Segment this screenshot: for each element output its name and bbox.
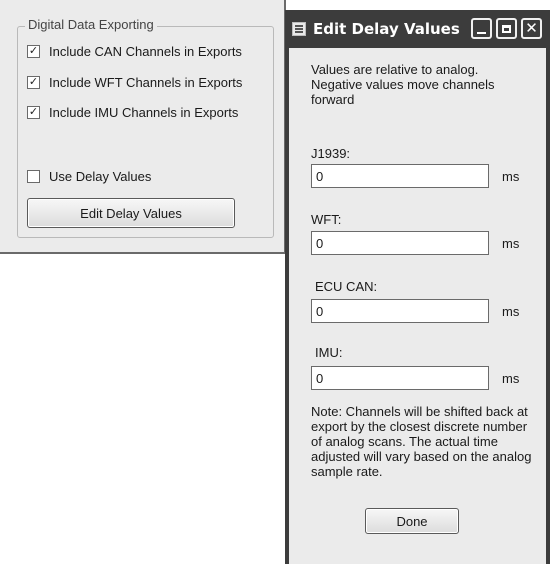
checkbox-box[interactable]: ✓ <box>27 105 40 119</box>
dialog-description: Values are relative to analog. Negative … <box>311 62 495 107</box>
include-can-checkbox[interactable]: ✓ Include CAN Channels in Exports <box>27 42 242 60</box>
j1939-input[interactable] <box>311 164 489 188</box>
dialog-body: Values are relative to analog. Negative … <box>289 48 546 564</box>
minimize-button[interactable] <box>471 18 492 39</box>
wft-input[interactable] <box>311 231 489 255</box>
checkbox-label: Include WFT Channels in Exports <box>49 74 243 90</box>
j1939-unit: ms <box>502 169 520 184</box>
imu-unit: ms <box>502 371 520 386</box>
ecu-can-input[interactable] <box>311 299 489 323</box>
check-icon: ✓ <box>28 44 39 57</box>
imu-input[interactable] <box>311 366 489 390</box>
wft-label: WFT: <box>311 212 342 227</box>
imu-label: IMU: <box>315 345 343 360</box>
checkbox-box[interactable] <box>27 169 40 183</box>
ecu-can-label: ECU CAN: <box>315 279 378 294</box>
shift-note: Note: Channels will be shifted back at e… <box>311 404 532 479</box>
window-app-icon <box>292 22 306 36</box>
include-imu-checkbox[interactable]: ✓ Include IMU Channels in Exports <box>27 103 238 121</box>
wft-unit: ms <box>502 236 520 251</box>
done-button[interactable]: Done <box>365 508 459 534</box>
checkbox-label: Use Delay Values <box>49 168 152 184</box>
check-icon: ✓ <box>28 75 39 88</box>
use-delay-values-checkbox[interactable]: Use Delay Values <box>27 167 151 185</box>
checkbox-box[interactable]: ✓ <box>27 44 40 58</box>
check-icon: ✓ <box>28 105 39 118</box>
include-wft-checkbox[interactable]: ✓ Include WFT Channels in Exports <box>27 73 242 91</box>
group-title: Digital Data Exporting <box>25 17 157 32</box>
digital-export-panel: Digital Data Exporting ✓ Include CAN Cha… <box>0 0 286 254</box>
edit-delay-values-dialog: Edit Delay Values ✕ Values are relative … <box>285 10 550 564</box>
checkbox-label: Include CAN Channels in Exports <box>49 43 242 59</box>
ecu-can-unit: ms <box>502 304 520 319</box>
maximize-button[interactable] <box>496 18 517 39</box>
checkbox-box[interactable]: ✓ <box>27 75 40 89</box>
close-icon: ✕ <box>525 19 538 37</box>
edit-delay-values-button[interactable]: Edit Delay Values <box>27 198 235 228</box>
close-button[interactable]: ✕ <box>521 18 542 39</box>
dialog-titlebar[interactable]: Edit Delay Values ✕ <box>285 10 550 48</box>
dialog-title: Edit Delay Values <box>313 20 460 38</box>
checkbox-label: Include IMU Channels in Exports <box>49 104 239 120</box>
j1939-label: J1939: <box>311 146 351 161</box>
